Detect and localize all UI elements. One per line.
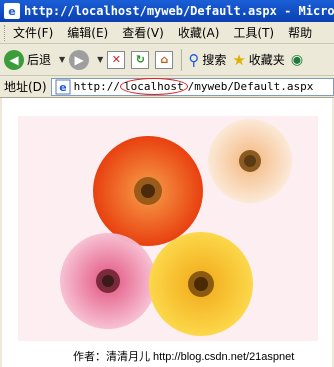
url-host-highlight: localhost bbox=[119, 78, 188, 95]
menu-edit[interactable]: 编辑(E) bbox=[67, 24, 108, 41]
refresh-button[interactable]: ↻ bbox=[131, 50, 150, 69]
media-icon: ◉ bbox=[290, 51, 304, 68]
forward-button[interactable]: ▶ bbox=[69, 49, 90, 70]
window-title: http://localhost/myweb/Default.aspx - Mi… bbox=[24, 4, 334, 18]
menu-view[interactable]: 查看(V) bbox=[122, 24, 164, 41]
media-button[interactable]: ◉ bbox=[291, 52, 303, 68]
svg-text:e: e bbox=[59, 81, 66, 94]
refresh-icon: ↻ bbox=[131, 50, 150, 69]
address-url: http://localhost/myweb/Default.aspx bbox=[73, 78, 314, 95]
home-button[interactable]: ⌂ bbox=[155, 50, 174, 69]
flower-orange bbox=[93, 136, 203, 246]
standard-toolbar: ◀ 后退 ▼ ▶ ▼ ✕ ↻ ⌂ ⚲ 搜索 ★ 收藏夹 ◉ bbox=[0, 44, 334, 76]
page-viewport[interactable]: 作者：清清月儿 http://blog.csdn.net/21aspnet bbox=[0, 98, 334, 367]
stop-button[interactable]: ✕ bbox=[107, 50, 126, 69]
menu-favorites[interactable]: 收藏(A) bbox=[178, 24, 220, 41]
address-label: 地址(D) bbox=[4, 80, 47, 94]
toolbar-separator bbox=[181, 48, 183, 71]
stop-icon: ✕ bbox=[107, 50, 126, 69]
flowers-image bbox=[18, 116, 318, 341]
menu-bar: 文件(F) 编辑(E) 查看(V) 收藏(A) 工具(T) 帮助 bbox=[0, 22, 334, 44]
forward-arrow-icon: ▶ bbox=[69, 49, 90, 70]
url-path: /myweb/Default.aspx bbox=[187, 80, 314, 93]
favorites-button[interactable]: ★ 收藏夹 bbox=[232, 51, 284, 69]
window-titlebar[interactable]: e http://localhost/myweb/Default.aspx - … bbox=[0, 0, 334, 22]
ie-logo-icon: e bbox=[4, 3, 20, 19]
menu-help[interactable]: 帮助 bbox=[288, 24, 312, 41]
address-bar: 地址(D) e http://localhost/myweb/Default.a… bbox=[0, 76, 334, 98]
home-icon: ⌂ bbox=[155, 50, 174, 69]
forward-dropdown-icon[interactable]: ▼ bbox=[97, 55, 103, 64]
menu-grip[interactable] bbox=[4, 24, 7, 41]
flowers-illustration bbox=[60, 119, 292, 336]
author-caption: 作者：清清月儿 http://blog.csdn.net/21aspnet bbox=[73, 351, 295, 363]
flower-peach bbox=[208, 119, 292, 203]
menu-tools[interactable]: 工具(T) bbox=[233, 24, 274, 41]
back-label: 后退 bbox=[27, 53, 52, 67]
search-icon: ⚲ bbox=[188, 50, 200, 69]
back-dropdown-icon[interactable]: ▼ bbox=[59, 55, 65, 64]
address-input[interactable]: e http://localhost/myweb/Default.aspx bbox=[50, 77, 334, 96]
svg-text:e: e bbox=[8, 5, 15, 18]
flower-pink bbox=[60, 233, 156, 329]
back-button[interactable]: ◀ 后退 bbox=[4, 49, 52, 70]
page-icon: e bbox=[55, 79, 71, 94]
url-prefix: http:// bbox=[73, 80, 120, 93]
flower-yellow bbox=[149, 232, 253, 336]
back-arrow-icon: ◀ bbox=[4, 49, 24, 70]
menu-file[interactable]: 文件(F) bbox=[13, 24, 53, 41]
favorites-label: 收藏夹 bbox=[248, 53, 285, 67]
star-icon: ★ bbox=[232, 50, 246, 69]
search-button[interactable]: ⚲ 搜索 bbox=[188, 51, 226, 69]
search-label: 搜索 bbox=[202, 53, 227, 67]
